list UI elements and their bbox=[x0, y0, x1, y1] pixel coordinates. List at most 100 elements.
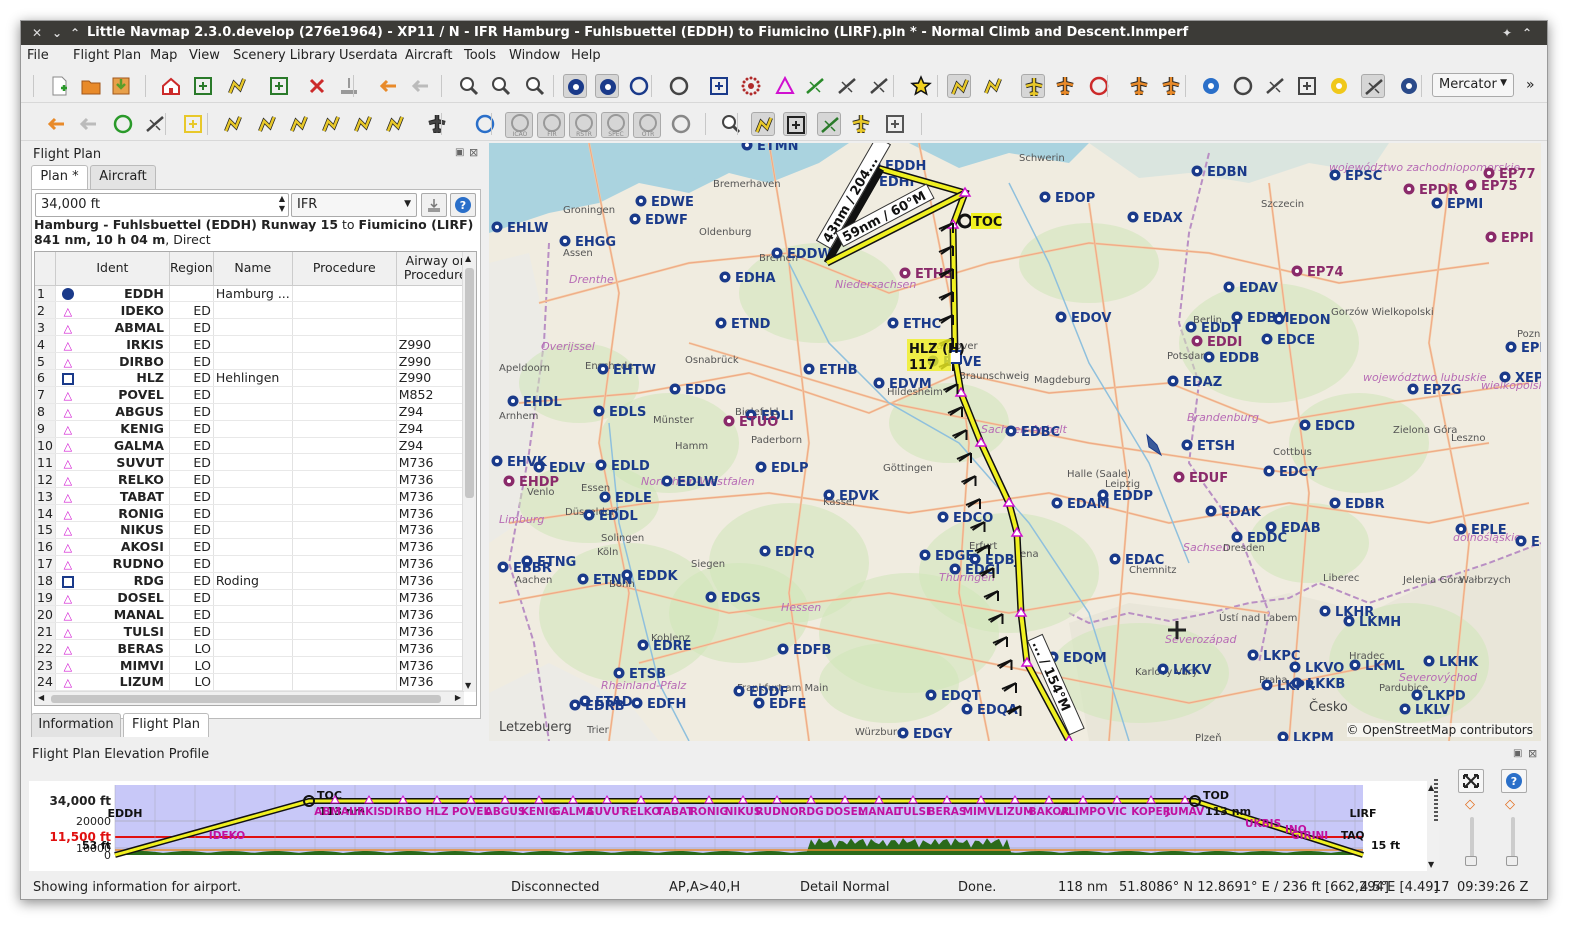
close-dock-icon[interactable]: ⊠ bbox=[469, 146, 478, 159]
new-icon[interactable] bbox=[47, 74, 71, 98]
menu-view[interactable]: View bbox=[189, 48, 220, 63]
edit-route-icon[interactable] bbox=[143, 112, 167, 136]
calc-route-icon[interactable] bbox=[383, 112, 407, 136]
profile-expand-button[interactable] bbox=[1458, 769, 1484, 793]
toolbar-overflow[interactable]: » bbox=[1526, 77, 1535, 93]
undo-icon[interactable] bbox=[45, 112, 69, 136]
restriction-spec-button[interactable]: SPEC bbox=[601, 112, 629, 138]
table-row[interactable]: 14 △ RONIG ED M736 bbox=[35, 504, 475, 522]
table-row[interactable]: 13 △ TABAT ED M736 bbox=[35, 487, 475, 506]
table-row[interactable]: 1 EDDH Hamburg ... bbox=[35, 285, 475, 303]
menu-scenery-library[interactable]: Scenery Library bbox=[233, 48, 335, 63]
table-row[interactable]: 16 △ AKOSI ED M736 bbox=[35, 538, 475, 556]
table-row[interactable]: 22 △ BERAS LO M736 bbox=[35, 639, 475, 658]
menu-tools[interactable]: Tools bbox=[464, 48, 496, 63]
menu-window[interactable]: Window bbox=[509, 48, 560, 63]
table-row[interactable]: 18 RDG ED Roding M736 bbox=[35, 572, 475, 590]
elevation-profile[interactable]: 34,000 ft 20000 11,500 ft 10000 0 EDDH LIRF 53 … bbox=[29, 781, 1427, 871]
profile-close-icon[interactable]: ⊠ bbox=[1528, 747, 1537, 760]
maximize-icon[interactable]: ⌃ bbox=[67, 25, 83, 41]
link-icon[interactable] bbox=[473, 112, 497, 136]
table-row[interactable]: 10 △ GALMA ED Z94 bbox=[35, 437, 475, 455]
spin-arrows-icon[interactable]: ▲ ▼ bbox=[279, 194, 285, 214]
aircraft-icon[interactable] bbox=[1021, 74, 1045, 98]
route-export-button[interactable] bbox=[421, 193, 447, 217]
search-route-icon[interactable] bbox=[111, 112, 135, 136]
table-row[interactable]: 15 △ NIKUS ED M736 bbox=[35, 521, 475, 539]
scroll-right-icon[interactable]: ▶ bbox=[455, 693, 461, 702]
mountain-icon[interactable] bbox=[1263, 74, 1287, 98]
star-icon[interactable] bbox=[909, 74, 933, 98]
save-icon[interactable] bbox=[109, 74, 133, 98]
forward-icon[interactable] bbox=[409, 74, 433, 98]
col-name[interactable]: Name bbox=[213, 252, 293, 286]
text-icon[interactable] bbox=[783, 112, 807, 136]
table-row[interactable]: 12 △ RELKO ED M736 bbox=[35, 470, 475, 489]
navaids-icon[interactable] bbox=[595, 74, 619, 98]
vor-icon[interactable] bbox=[627, 74, 651, 98]
ndb-route-icon[interactable] bbox=[287, 112, 311, 136]
waypoint-route-icon[interactable] bbox=[319, 112, 343, 136]
restriction-fir-button[interactable]: FIR bbox=[537, 112, 565, 138]
airport-marker[interactable]: LKPM bbox=[1277, 731, 1334, 741]
aircraft-plan-icon[interactable] bbox=[849, 112, 873, 136]
zoom-in-icon[interactable] bbox=[457, 74, 481, 98]
restriction-icao-button[interactable]: ICAO bbox=[505, 112, 533, 138]
restriction-otr-button[interactable]: OTR bbox=[633, 112, 661, 138]
scroll-left-icon[interactable]: ◀ bbox=[38, 693, 44, 702]
map-view[interactable]: Schwerin Szczecin Bremerhaven Groningen Olde… bbox=[489, 143, 1541, 741]
ndb-icon[interactable] bbox=[667, 74, 691, 98]
menu-flight-plan[interactable]: Flight Plan bbox=[73, 48, 141, 63]
table-vscrollbar[interactable]: ▲ ▼ bbox=[462, 252, 476, 692]
dem-icon[interactable] bbox=[1295, 74, 1319, 98]
table-row[interactable]: 24 △ LIZUM LO M736 bbox=[35, 673, 475, 691]
weather-icon[interactable] bbox=[1327, 74, 1351, 98]
scroll-down-icon[interactable]: ▼ bbox=[1428, 860, 1434, 869]
redo-icon[interactable] bbox=[77, 112, 101, 136]
pin-icon[interactable]: ✦ bbox=[1499, 25, 1515, 41]
home-icon[interactable] bbox=[159, 74, 183, 98]
zoom-out-icon[interactable] bbox=[489, 74, 513, 98]
profile-canvas[interactable]: 34,000 ft2000011,500 ft100000EDDH LIRF53 … bbox=[29, 781, 1427, 871]
airway-icon[interactable] bbox=[803, 74, 827, 98]
shade-icon[interactable]: ⌃ bbox=[1519, 25, 1535, 41]
table-row[interactable]: 19 △ DOSEL ED M736 bbox=[35, 589, 475, 607]
table-row[interactable]: 8 △ ABGUS ED Z94 bbox=[35, 403, 475, 421]
table-row[interactable]: 23 △ MIMVI LO M736 bbox=[35, 656, 475, 674]
table-row[interactable]: 5 △ DIRBO ED Z990 bbox=[35, 352, 475, 370]
missed-icon[interactable] bbox=[981, 74, 1005, 98]
vor-route-icon[interactable] bbox=[255, 112, 279, 136]
trail-icon[interactable] bbox=[1053, 74, 1077, 98]
flightplan-icon[interactable] bbox=[947, 74, 971, 98]
menu-map[interactable]: Map bbox=[150, 48, 177, 63]
restriction-rstr-button[interactable]: RSTR bbox=[569, 112, 597, 138]
remove-mark-icon[interactable] bbox=[305, 74, 329, 98]
globe-icon[interactable] bbox=[1397, 74, 1421, 98]
tab-flight-plan[interactable]: Flight Plan bbox=[123, 713, 209, 737]
tab-plan[interactable]: Plan * bbox=[31, 165, 88, 189]
reverse-icon[interactable] bbox=[425, 112, 449, 136]
table-row[interactable]: 7 △ POVEL ED M852 bbox=[35, 386, 475, 404]
horizontal-zoom-handle[interactable] bbox=[1506, 856, 1518, 866]
center-icon[interactable] bbox=[191, 74, 215, 98]
flight-type-select[interactable]: IFR ▼ bbox=[291, 193, 417, 217]
flight-plan-table[interactable]: Ident Region Name Procedure Airway or Pr… bbox=[34, 251, 477, 706]
ils-icon[interactable] bbox=[707, 74, 731, 98]
zoom-fit-icon[interactable] bbox=[523, 74, 547, 98]
scroll-up-icon[interactable]: ▲ bbox=[465, 254, 471, 263]
projection-select[interactable]: Mercator ▼ bbox=[1432, 73, 1514, 97]
airports-icon[interactable] bbox=[563, 74, 587, 98]
ai-ship-icon[interactable] bbox=[1159, 74, 1183, 98]
grid-icon[interactable] bbox=[1199, 74, 1223, 98]
menu-aircraft[interactable]: Aircraft bbox=[405, 48, 452, 63]
tab-information[interactable]: Information bbox=[31, 713, 121, 737]
menu-help[interactable]: Help bbox=[571, 48, 601, 63]
table-icon[interactable] bbox=[883, 112, 907, 136]
cruise-altitude-spinbox[interactable]: 34,000 ft ▲ ▼ bbox=[35, 193, 289, 217]
airway-route-icon[interactable] bbox=[351, 112, 375, 136]
close-icon[interactable]: ✕ bbox=[29, 25, 45, 41]
menu-file[interactable]: File bbox=[27, 48, 49, 63]
table-row[interactable]: 4 △ IRKIS ED Z990 bbox=[35, 335, 475, 354]
jet-icon[interactable] bbox=[867, 74, 891, 98]
help-button[interactable]: ? bbox=[450, 193, 476, 217]
